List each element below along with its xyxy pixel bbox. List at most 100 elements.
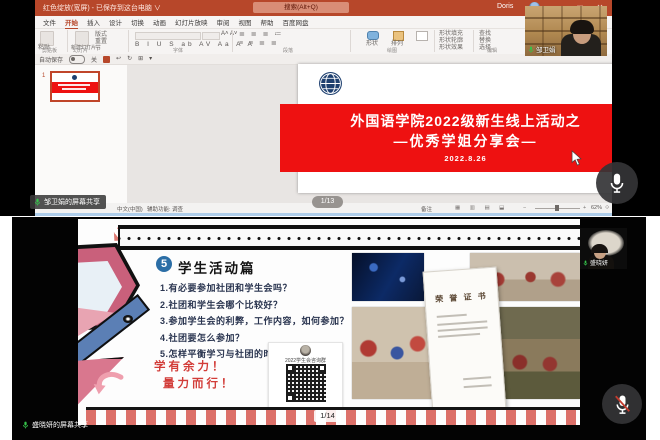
zoom-percent[interactable]: 62%: [591, 205, 602, 211]
mic-on-icon: [22, 421, 29, 429]
save-icon[interactable]: [103, 56, 110, 63]
group-editing: 编辑: [487, 47, 497, 54]
account-name[interactable]: Doris: [497, 3, 513, 10]
qr-group-title: 2022学生会咨询群: [269, 357, 342, 364]
group-slides: 幻灯片: [73, 47, 88, 54]
slide-thumbnail-1[interactable]: [50, 71, 100, 102]
tab-transitions[interactable]: 切换: [131, 17, 144, 27]
qr-card: 2022学生会咨询群: [268, 342, 343, 412]
zoom-out-icon[interactable]: −: [523, 205, 526, 211]
shape-effects-button[interactable]: 形状效果: [439, 45, 463, 52]
photo-outdoor-sports: [352, 307, 434, 399]
webcam-tile-bottom[interactable]: 盛晓妍: [580, 228, 627, 269]
participant-name-bottom: 盛晓妍: [590, 258, 608, 267]
fit-slide-icon[interactable]: ⟐: [605, 205, 609, 212]
certificate-title: 荣 誉 证 书: [425, 290, 498, 306]
tab-help[interactable]: 帮助: [261, 17, 274, 27]
shapes-icon[interactable]: [367, 31, 379, 40]
title-banner: 外国语学院2022级新生线上活动之 —优秀学姐分享会— 2022.8.26: [280, 104, 612, 172]
participant-name-top: 邹卫娟: [536, 44, 556, 54]
shape-outline-button[interactable]: 形状轮廓: [439, 38, 463, 45]
align-icons[interactable]: ≡ ≡ ≣ ≣: [239, 39, 279, 47]
thumbnail-number: 1: [42, 73, 45, 79]
slide-page-indicator-bottom: 1/14: [314, 410, 341, 422]
grow-shrink-font-icons[interactable]: A˄ A˅: [221, 31, 237, 37]
slide-page-indicator-top: 1/13: [312, 196, 343, 208]
slide-canvas[interactable]: 外国语学院2022级新生线上活动之 —优秀学姐分享会— 2022.8.26: [127, 65, 612, 203]
font-style-buttons[interactable]: B I U S ab AV Aa A A: [135, 41, 255, 48]
slide-1[interactable]: 外国语学院2022级新生线上活动之 —优秀学姐分享会— 2022.8.26: [298, 64, 612, 193]
bottom-share-pane: 5 学生活动篇 1.有必要参加社团和学生会吗？ 2.社团和学生会哪个比较好？ 3…: [0, 216, 660, 440]
group-avatar: [300, 345, 311, 356]
autosave-state: 关: [91, 55, 97, 64]
autosave-toggle[interactable]: [69, 55, 85, 64]
motto-line1: 学有余力！: [154, 358, 227, 374]
tab-design[interactable]: 设计: [109, 17, 122, 27]
bullet-decoration: [123, 315, 133, 323]
language-status[interactable]: 中文(中国): [117, 205, 143, 213]
mic-on-icon: [34, 198, 41, 206]
shape-fill-button[interactable]: 形状填充: [439, 31, 463, 38]
tab-review[interactable]: 审阅: [217, 17, 230, 27]
curved-arrow-icon: [92, 367, 126, 401]
slide-thumbnail-panel: 1: [35, 65, 128, 203]
slide-title-line1: 外国语学院2022级新生线上活动之: [280, 111, 612, 131]
screen-share-label-top: 邹卫娟的屏幕共享: [30, 195, 106, 209]
list-bullets-icons[interactable]: ≣ ≣ ≣ ≔: [239, 30, 283, 38]
shapes-button[interactable]: 形状: [366, 41, 378, 48]
redo-icon[interactable]: ↻: [127, 55, 132, 63]
mouse-cursor-icon: [571, 150, 582, 166]
slide2-title: 学生活动篇: [178, 257, 256, 277]
section-button[interactable]: 节: [95, 46, 101, 53]
font-name-select[interactable]: [135, 32, 201, 40]
search-input[interactable]: 搜索(Alt+Q): [253, 2, 349, 13]
zoom-in-icon[interactable]: +: [583, 205, 586, 211]
paste-icon[interactable]: [40, 31, 54, 46]
meeting-app: 红色绽放(宽屏) - 已保存到这台电脑 ∨ 搜索(Alt+Q) Doris — …: [0, 0, 660, 440]
photo-stage-performance: [352, 253, 424, 301]
replace-button[interactable]: 替换: [479, 38, 491, 45]
section-number-badge: 5: [156, 256, 172, 272]
group-paragraph: 段落: [283, 47, 293, 54]
screen-share-label-bottom: 盛晓妍的屏幕共享: [18, 418, 94, 432]
tab-insert[interactable]: 插入: [87, 17, 100, 27]
top-share-pane: 红色绽放(宽屏) - 已保存到这台电脑 ∨ 搜索(Alt+Q) Doris — …: [0, 0, 660, 216]
shared-slide: 5 学生活动篇 1.有必要参加社团和学生会吗？ 2.社团和学生会哪个比较好？ 3…: [78, 219, 580, 425]
tab-file[interactable]: 文件: [43, 17, 56, 27]
layout-button[interactable]: 版式: [95, 32, 107, 39]
photo-group-outdoor: [494, 307, 580, 399]
microphone-muted-button[interactable]: [602, 384, 642, 424]
quick-styles-icon[interactable]: [416, 31, 428, 41]
slide-date: 2022.8.26: [280, 154, 612, 163]
tab-home[interactable]: 开始: [65, 17, 78, 28]
document-title: 红色绽放(宽屏) - 已保存到这台电脑 ∨: [43, 3, 161, 13]
qr-code: [286, 364, 326, 402]
webcam-tile-top[interactable]: 邹卫娟: [525, 6, 607, 56]
tab-view[interactable]: 视图: [239, 17, 252, 27]
start-slideshow-icon[interactable]: ⊞: [138, 55, 143, 63]
find-button[interactable]: 查找: [479, 31, 491, 38]
college-globe-logo: [318, 71, 343, 96]
mic-on-icon: [583, 260, 588, 266]
tab-baidu-netdisk[interactable]: 百度网盘: [283, 17, 309, 27]
share-label-text: 邹卫娟的屏幕共享: [44, 197, 100, 207]
view-switcher-icons[interactable]: ▦ ▥ ▤ ⬓: [455, 205, 508, 211]
microphone-button[interactable]: [596, 162, 638, 204]
notes-button[interactable]: 备注: [421, 205, 432, 213]
group-drawing: 绘图: [387, 47, 397, 54]
tab-slideshow[interactable]: 幻灯片放映: [175, 17, 208, 27]
mic-muted-icon: [613, 394, 632, 415]
autosave-label: 自动保存: [39, 55, 63, 64]
font-size-select[interactable]: [202, 32, 220, 40]
tab-animations[interactable]: 动画: [153, 17, 166, 27]
reset-button[interactable]: 重置: [95, 39, 107, 46]
qat-customize-icon[interactable]: ▾: [149, 55, 152, 63]
share-label-text: 盛晓妍的屏幕共享: [32, 420, 88, 430]
motto-line2: 量力而行！: [163, 375, 236, 391]
arrange-icon[interactable]: [393, 31, 404, 41]
undo-icon[interactable]: ↩: [116, 55, 121, 63]
accessibility-status[interactable]: 辅助功能: 调查: [147, 205, 183, 213]
slide-title-line2: —优秀学姐分享会—: [280, 131, 612, 151]
honor-certificate: 荣 誉 证 书: [423, 267, 508, 425]
new-slide-icon[interactable]: [75, 31, 89, 46]
